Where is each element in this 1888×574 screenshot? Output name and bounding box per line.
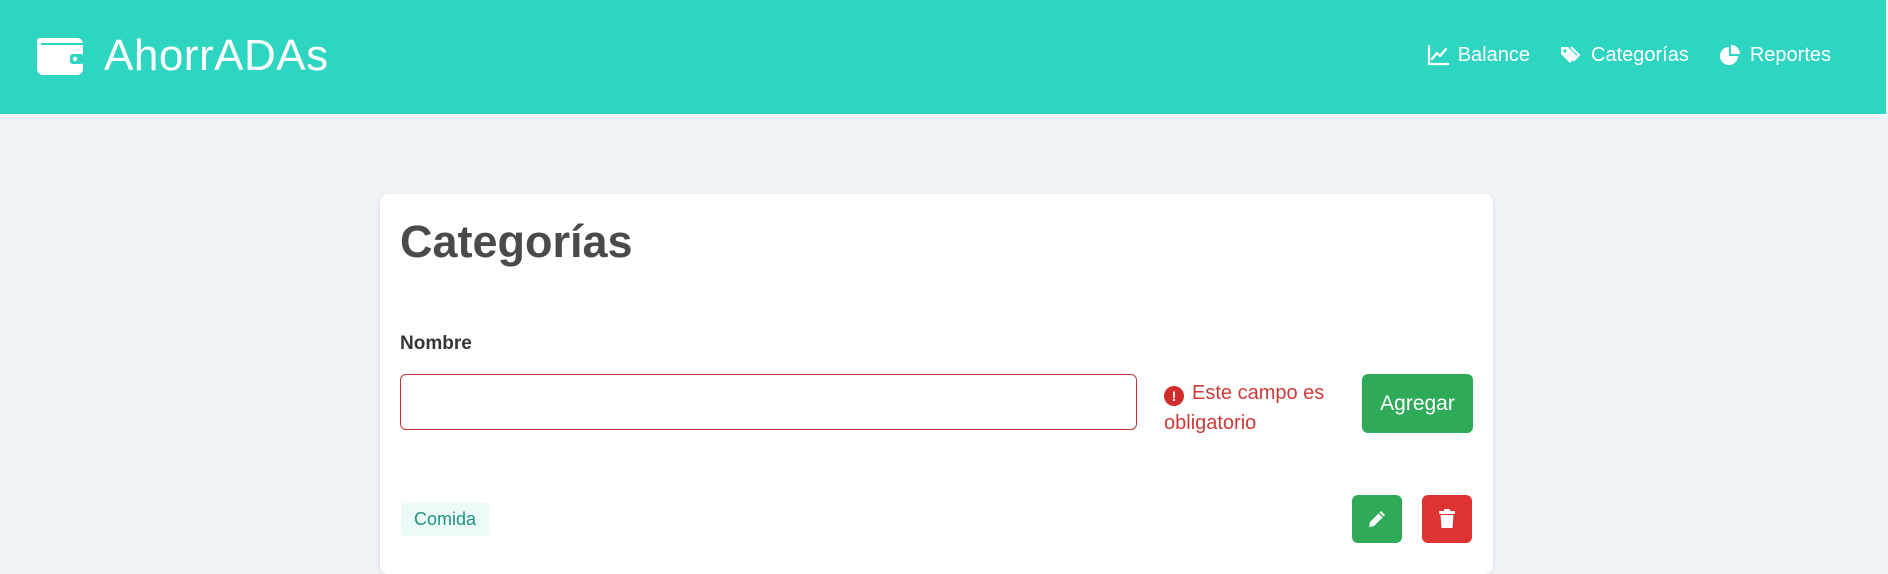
nav-label-reportes: Reportes <box>1749 43 1831 66</box>
add-button[interactable]: Agregar <box>1362 374 1473 433</box>
nav-item-balance[interactable]: Balance <box>1427 44 1530 67</box>
categories-card: Categorías Nombre ! Este campo es obligat… <box>380 194 1493 574</box>
navbar: AhorrADAs Balance Categorías Reportes <box>0 0 1886 114</box>
nav-label-balance: Balance <box>1457 43 1530 66</box>
chart-line-icon <box>1427 44 1449 66</box>
main-nav: Balance Categorías Reportes <box>1397 40 1831 70</box>
page-title: Categorías <box>400 216 633 267</box>
pencil-icon <box>1369 511 1385 527</box>
nav-label-categorias: Categorías <box>1591 43 1689 66</box>
app-title: AhorrADAs <box>104 31 329 80</box>
edit-button[interactable] <box>1352 495 1402 543</box>
pie-chart-icon <box>1719 45 1740 65</box>
exclamation-circle-icon: ! <box>1164 386 1184 406</box>
name-label: Nombre <box>400 333 472 354</box>
wallet-icon <box>37 38 84 75</box>
tags-icon <box>1561 46 1581 63</box>
error-message: ! Este campo es obligatorio <box>1164 378 1339 438</box>
category-tag-comida: Comida <box>401 503 490 536</box>
trash-icon <box>1439 509 1455 528</box>
error-text: Este campo es obligatorio <box>1164 382 1325 434</box>
delete-button[interactable] <box>1422 495 1472 543</box>
nav-item-reportes[interactable]: Reportes <box>1719 44 1831 67</box>
name-input[interactable] <box>400 374 1137 430</box>
nav-item-categorias[interactable]: Categorías <box>1560 44 1689 67</box>
brand[interactable]: AhorrADAs <box>36 28 329 84</box>
